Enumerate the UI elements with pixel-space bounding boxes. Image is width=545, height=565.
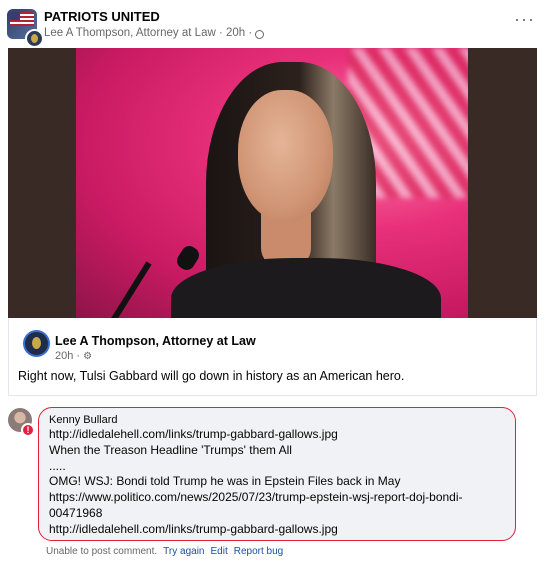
microphone-stand xyxy=(109,261,152,318)
try-again-button[interactable]: Try again xyxy=(163,546,204,557)
post-author-line[interactable]: Lee A Thompson, Attorney at Law · 20h · xyxy=(44,27,252,39)
shared-author-name[interactable]: Lee A Thompson, Attorney at Law xyxy=(55,334,256,348)
group-name[interactable]: PATRIOTS UNITED xyxy=(44,9,160,24)
comment-line: OMG! WSJ: Bondi told Trump he was in Eps… xyxy=(49,474,401,489)
error-badge-icon: ! xyxy=(21,423,35,437)
gear-icon: ⚙ xyxy=(83,350,93,362)
edit-button[interactable]: Edit xyxy=(211,546,228,557)
report-bug-button[interactable]: Report bug xyxy=(234,546,283,557)
post-image[interactable] xyxy=(8,48,537,318)
comment-line[interactable]: http://idledalehell.com/links/trump-gabb… xyxy=(49,427,505,443)
shared-post-time[interactable]: 20h · xyxy=(55,350,80,362)
shared-post-card[interactable]: Lee A Thompson, Attorney at Law 20h · ⚙ … xyxy=(8,318,537,396)
comment-line: When the Treason Headline 'Trumps' them … xyxy=(49,442,292,457)
author-mini-avatar[interactable] xyxy=(25,29,44,48)
photo-face xyxy=(238,90,333,222)
comment-line[interactable]: https://www.politico.com/news/2025/07/23… xyxy=(49,490,505,506)
group-avatar[interactable] xyxy=(7,9,44,48)
shared-post-meta: 20h · ⚙ xyxy=(55,350,92,362)
comment-line[interactable]: 00471968 xyxy=(49,506,505,522)
comment-bubble[interactable]: Kenny Bullard http://idledalehell.com/li… xyxy=(38,407,516,541)
post-meta: Lee A Thompson, Attorney at Law · 20h · xyxy=(44,27,265,39)
comment-line: ..... xyxy=(49,458,66,473)
microphone-icon xyxy=(174,243,202,273)
globe-icon xyxy=(255,29,265,39)
comment-line[interactable]: http://idledalehell.com/links/trump-gabb… xyxy=(49,522,505,538)
speaker-photo xyxy=(76,48,468,318)
comment-error-actions: Unable to post comment. Try again Edit R… xyxy=(46,546,283,557)
shared-post-text: Right now, Tulsi Gabbard will go down in… xyxy=(18,369,405,383)
author-avatar[interactable] xyxy=(23,330,50,357)
post-failed-status: Unable to post comment. xyxy=(46,546,158,557)
commenter-name[interactable]: Kenny Bullard xyxy=(49,413,505,427)
more-options-button[interactable]: ··· xyxy=(514,10,535,28)
flag-icon xyxy=(10,12,34,26)
post-header: PATRIOTS UNITED Lee A Thompson, Attorney… xyxy=(0,0,545,48)
